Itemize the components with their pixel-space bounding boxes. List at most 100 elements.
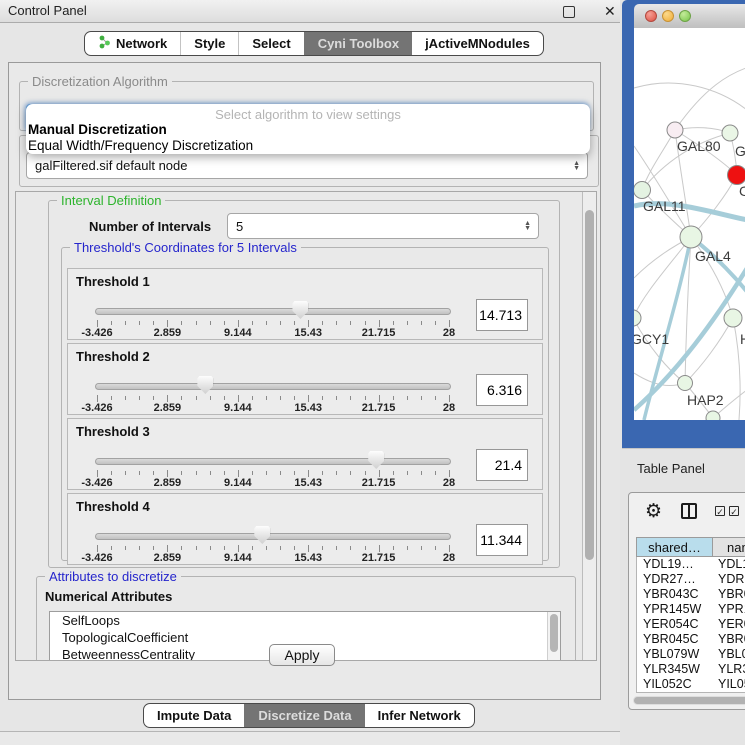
column-header-shared-name[interactable]: shared… xyxy=(636,537,713,557)
dropdown-option[interactable]: Equal Width/Frequency Discretization xyxy=(26,138,590,154)
network-edge-highlighted[interactable] xyxy=(691,237,745,298)
network-canvas[interactable]: GAL80GALCGAL11GAL4GCY1HHAP2 xyxy=(634,28,745,420)
table-row[interactable]: YLR345WYLR345W xyxy=(637,662,745,677)
settings-scrollbar[interactable] xyxy=(582,192,596,660)
network-node[interactable] xyxy=(680,226,702,248)
cell-shared-name[interactable]: YDL19… xyxy=(637,557,713,572)
network-node[interactable] xyxy=(667,122,683,138)
network-node[interactable] xyxy=(706,411,720,420)
tick-mark xyxy=(407,321,408,325)
table-row[interactable]: YBR045CYBR045C xyxy=(637,632,745,647)
slider-track[interactable] xyxy=(95,308,451,315)
tab-style[interactable]: Style xyxy=(180,32,238,55)
network-edge[interactable] xyxy=(634,318,685,383)
cell-name[interactable]: YBR043C xyxy=(713,587,745,602)
network-edge[interactable] xyxy=(675,66,745,130)
network-node[interactable] xyxy=(728,166,745,185)
network-node[interactable] xyxy=(634,182,651,199)
minimize-traffic-light-icon[interactable] xyxy=(662,10,674,22)
cell-shared-name[interactable]: YIL052C xyxy=(637,677,713,692)
columns-icon[interactable] xyxy=(681,503,697,519)
network-node[interactable] xyxy=(634,310,641,326)
tab-cyni-toolbox[interactable]: Cyni Toolbox xyxy=(304,32,412,55)
attributes-list-scrollbar[interactable] xyxy=(547,612,560,661)
tick-mark xyxy=(393,471,394,475)
close-icon[interactable]: ✕ xyxy=(604,2,616,20)
cell-shared-name[interactable]: YER054C xyxy=(637,617,713,632)
threshold-panel: Threshold 3-3.4262.8599.14415.4321.71528… xyxy=(67,418,543,490)
network-edge[interactable] xyxy=(691,175,737,237)
network-node[interactable] xyxy=(724,309,742,327)
apply-button[interactable]: Apply xyxy=(269,644,335,666)
table-horizontal-scrollbar-thumb[interactable] xyxy=(634,697,745,704)
slider-track[interactable] xyxy=(95,383,451,390)
network-node[interactable] xyxy=(678,376,693,391)
cell-name[interactable]: YLR345W xyxy=(713,662,745,677)
settings-scrollbar-thumb[interactable] xyxy=(585,210,594,560)
close-traffic-light-icon[interactable] xyxy=(645,10,657,22)
slider-thumb[interactable] xyxy=(254,526,270,544)
tab-impute-data[interactable]: Impute Data xyxy=(144,704,244,727)
tick-mark xyxy=(407,546,408,550)
slider-track[interactable] xyxy=(95,458,451,465)
tick-label: 9.144 xyxy=(224,552,252,564)
threshold-value-field[interactable]: 14.713 xyxy=(476,299,528,331)
cell-name[interactable]: YBL079W xyxy=(713,647,745,662)
attributes-list-scrollbar-thumb[interactable] xyxy=(550,614,558,652)
tick-mark xyxy=(350,321,351,325)
slider-thumb[interactable] xyxy=(197,376,213,394)
checkbox-icon[interactable]: ✓ xyxy=(729,506,739,516)
tick-mark xyxy=(350,471,351,475)
network-node-label: HAP2 xyxy=(687,392,724,408)
cell-name[interactable]: YBR045C xyxy=(713,632,745,647)
zoom-traffic-light-icon[interactable] xyxy=(679,10,691,22)
slider-track[interactable] xyxy=(95,533,451,540)
slider-thumb[interactable] xyxy=(368,451,384,469)
cell-name[interactable]: YDL19 xyxy=(713,557,745,572)
cell-name[interactable]: YIL052C xyxy=(713,677,745,692)
table-row[interactable]: YBR043CYBR043C xyxy=(637,587,745,602)
tab-jactivemnodules[interactable]: jActiveMNodules xyxy=(412,32,543,55)
tick-mark xyxy=(421,321,422,325)
column-header-name[interactable]: name xyxy=(713,537,745,557)
threshold-value-field[interactable]: 6.316 xyxy=(476,374,528,406)
table-row[interactable]: YDL19…YDL19 xyxy=(637,557,745,572)
attribute-list-item[interactable]: SelfLoops xyxy=(50,612,560,629)
tick-mark xyxy=(167,320,168,327)
table-row[interactable]: YPR145WYPR145W xyxy=(637,602,745,617)
cell-shared-name[interactable]: YBR045C xyxy=(637,632,713,647)
cell-name[interactable]: YDR27 xyxy=(713,572,745,587)
cell-name[interactable]: YER054C xyxy=(713,617,745,632)
table-row[interactable]: YIL052CYIL052C xyxy=(637,677,745,692)
table-row[interactable]: YBL079WYBL079W xyxy=(637,647,745,662)
threshold-value-field[interactable]: 21.4 xyxy=(476,449,528,481)
network-edge[interactable] xyxy=(642,130,675,190)
tab-discretize-data[interactable]: Discretize Data xyxy=(244,704,364,727)
float-window-icon[interactable] xyxy=(563,6,575,18)
network-edge[interactable] xyxy=(634,83,745,114)
cell-shared-name[interactable]: YPR145W xyxy=(637,602,713,617)
cell-name[interactable]: YPR145W xyxy=(713,602,745,617)
checkbox-icon[interactable]: ✓ xyxy=(715,506,725,516)
cell-shared-name[interactable]: YBL079W xyxy=(637,647,713,662)
number-of-intervals-combobox[interactable]: 5 ▲▼ xyxy=(227,213,539,239)
tick-mark xyxy=(224,546,225,550)
cell-shared-name[interactable]: YDR27… xyxy=(637,572,713,587)
tab-infer-network[interactable]: Infer Network xyxy=(365,704,474,727)
tab-network[interactable]: Network xyxy=(85,32,180,55)
table-horizontal-scrollbar[interactable] xyxy=(633,696,745,705)
table-row[interactable]: YER054CYER054C xyxy=(637,617,745,632)
spinner-arrows-icon: ▲▼ xyxy=(524,221,531,231)
threshold-label: Threshold 3 xyxy=(76,424,150,439)
table-data-combobox[interactable]: galFiltered.sif default node ▲▼ xyxy=(26,152,588,179)
table-row[interactable]: YDR27…YDR27 xyxy=(637,572,745,587)
network-node[interactable] xyxy=(722,125,738,141)
tick-mark xyxy=(210,546,211,550)
dropdown-option[interactable]: Manual Discretization xyxy=(26,122,590,138)
slider-thumb[interactable] xyxy=(292,301,308,319)
gear-icon[interactable]: ⚙ xyxy=(645,499,662,525)
cell-shared-name[interactable]: YBR043C xyxy=(637,587,713,602)
cell-shared-name[interactable]: YLR345W xyxy=(637,662,713,677)
tab-select[interactable]: Select xyxy=(238,32,303,55)
threshold-value-field[interactable]: 11.344 xyxy=(476,524,528,556)
